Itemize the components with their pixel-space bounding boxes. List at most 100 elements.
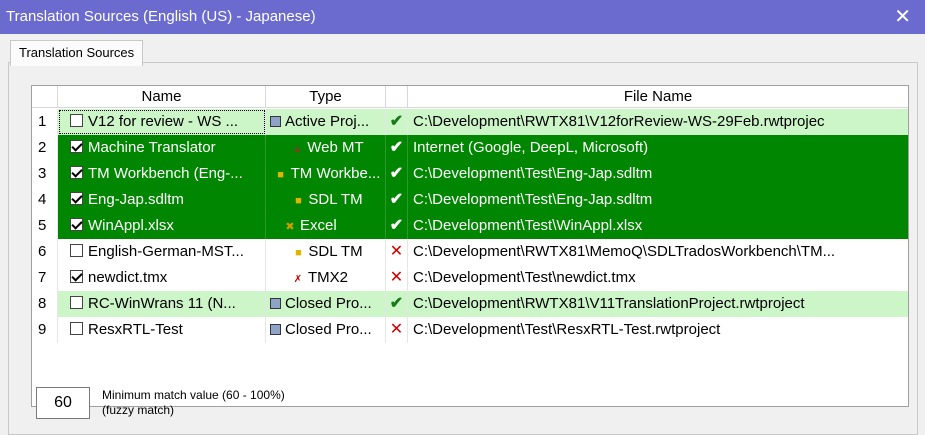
row-number: 9 bbox=[32, 317, 58, 343]
grid-header: Name Type File Name bbox=[32, 86, 908, 108]
source-type: Closed Pro... bbox=[285, 321, 372, 338]
source-name: newdict.tmx bbox=[88, 269, 168, 286]
tm-icon: ■ bbox=[295, 247, 302, 259]
enable-checkbox[interactable] bbox=[70, 218, 83, 231]
window-titlebar: Translation Sources (English (US) - Japa… bbox=[0, 0, 925, 34]
row-type-cell[interactable]: ✖ Excel bbox=[266, 213, 386, 239]
enable-checkbox[interactable] bbox=[70, 322, 83, 335]
source-type: TM Workbe... bbox=[290, 165, 381, 182]
table-row[interactable]: 7 newdict.tmx ✗ TMX2 ✕ C:\Development\Test\ne… bbox=[32, 265, 908, 291]
source-type: Active Proj... bbox=[285, 113, 370, 130]
table-row[interactable]: 1 V12 for review - WS ... Active Proj... ✔ C… bbox=[32, 109, 908, 135]
row-name-cell[interactable]: TM Workbench (Eng-... bbox=[58, 161, 266, 187]
row-status-cell: ✕ bbox=[386, 265, 408, 291]
tm-icon: ■ bbox=[295, 195, 302, 207]
row-status-cell: ✔ bbox=[386, 187, 408, 213]
row-type-cell[interactable]: ■ TM Workbe... bbox=[266, 161, 386, 187]
enable-checkbox[interactable] bbox=[70, 166, 83, 179]
table-row[interactable]: 5 WinAppl.xlsx ✖ Excel ✔ C:\Development\Test\… bbox=[32, 213, 908, 239]
row-type-cell[interactable]: Closed Pro... bbox=[266, 291, 386, 317]
enable-checkbox[interactable] bbox=[70, 192, 83, 205]
error-x-icon: ✕ bbox=[389, 269, 404, 286]
translation-sources-panel: Name Type File Name 1 V12 for review - WS… bbox=[8, 62, 918, 435]
row-file-name[interactable]: C:\Development\Test\newdict.tmx bbox=[408, 265, 908, 291]
row-name-cell[interactable]: Eng-Jap.sdltm bbox=[58, 187, 266, 213]
row-type-cell[interactable]: Closed Pro... bbox=[266, 317, 386, 343]
min-match-label: Minimum match value (60 - 100%) (fuzzy m… bbox=[102, 388, 332, 418]
close-icon[interactable]: ✕ bbox=[894, 0, 911, 34]
project-icon bbox=[270, 298, 281, 309]
row-file-name[interactable]: C:\Development\RWTX81\V12forReview-WS-29… bbox=[408, 109, 908, 135]
row-name-cell[interactable]: newdict.tmx bbox=[58, 265, 266, 291]
min-match-label-line1: Minimum match value (60 - 100%) bbox=[102, 388, 285, 402]
enable-checkbox[interactable] bbox=[70, 296, 83, 309]
row-status-cell: ✔ bbox=[386, 161, 408, 187]
row-name-cell[interactable]: English-German-MST... bbox=[58, 239, 266, 265]
row-number: 3 bbox=[32, 161, 58, 187]
table-row[interactable]: 2 Machine Translator ▲ Web MT ✔ Internet (Goo… bbox=[32, 135, 908, 161]
row-status-cell: ✔ bbox=[386, 213, 408, 239]
row-name-cell[interactable]: V12 for review - WS ... bbox=[58, 109, 266, 135]
header-row-number bbox=[32, 86, 58, 108]
row-file-name[interactable]: C:\Development\Test\Eng-Jap.sdltm bbox=[408, 161, 908, 187]
source-name: Eng-Jap.sdltm bbox=[88, 191, 184, 208]
table-row[interactable]: 9 ResxRTL-Test Closed Pro... ✕ C:\Developmen… bbox=[32, 317, 908, 343]
row-type-cell[interactable]: ■ SDL TM bbox=[266, 239, 386, 265]
project-icon bbox=[270, 116, 281, 127]
source-name: ResxRTL-Test bbox=[88, 321, 183, 338]
row-status-cell: ✕ bbox=[386, 239, 408, 265]
sources-grid: Name Type File Name 1 V12 for review - WS… bbox=[31, 85, 909, 407]
checkmark-icon: ✔ bbox=[389, 217, 404, 234]
checkmark-icon: ✔ bbox=[389, 113, 404, 130]
table-row[interactable]: 4 Eng-Jap.sdltm ■ SDL TM ✔ C:\Development\Tes… bbox=[32, 187, 908, 213]
tab-strip: Translation Sources bbox=[0, 34, 925, 66]
tab-translation-sources[interactable]: Translation Sources bbox=[10, 40, 144, 66]
row-number: 7 bbox=[32, 265, 58, 291]
checkmark-icon: ✔ bbox=[389, 165, 404, 182]
source-type: SDL TM bbox=[308, 191, 363, 208]
row-status-cell: ✔ bbox=[386, 109, 408, 135]
checkmark-icon: ✔ bbox=[389, 191, 404, 208]
source-type: SDL TM bbox=[308, 243, 363, 260]
source-name: RC-WinWrans 11 (N... bbox=[88, 295, 236, 312]
source-type: Closed Pro... bbox=[285, 295, 372, 312]
row-file-name[interactable]: C:\Development\Test\Eng-Jap.sdltm bbox=[408, 187, 908, 213]
enable-checkbox[interactable] bbox=[70, 140, 83, 153]
header-status[interactable] bbox=[386, 86, 408, 108]
tm-icon: ■ bbox=[277, 169, 284, 181]
row-file-name[interactable]: C:\Development\Test\ResxRTL-Test.rwtproj… bbox=[408, 317, 908, 343]
row-file-name[interactable]: C:\Development\RWTX81\MemoQ\SDLTradosWor… bbox=[408, 239, 908, 265]
source-name: Machine Translator bbox=[88, 139, 216, 156]
excel-icon: ✖ bbox=[285, 221, 295, 233]
row-type-cell[interactable]: ✗ TMX2 bbox=[266, 265, 386, 291]
header-type[interactable]: Type bbox=[266, 86, 386, 108]
row-file-name[interactable]: C:\Development\Test\WinAppl.xlsx bbox=[408, 213, 908, 239]
row-status-cell: ✔ bbox=[386, 291, 408, 317]
table-row[interactable]: 8 RC-WinWrans 11 (N... Closed Pro... ✔ C:\De… bbox=[32, 291, 908, 317]
header-file-name[interactable]: File Name bbox=[408, 86, 908, 108]
source-name: WinAppl.xlsx bbox=[88, 217, 174, 234]
row-name-cell[interactable]: ResxRTL-Test bbox=[58, 317, 266, 343]
table-row[interactable]: 3 TM Workbench (Eng-... ■ TM Workbe... ✔ C:\D… bbox=[32, 161, 908, 187]
row-type-cell[interactable]: ▲ Web MT bbox=[266, 135, 386, 161]
row-status-cell: ✕ bbox=[386, 317, 408, 343]
row-type-cell[interactable]: ■ SDL TM bbox=[266, 187, 386, 213]
row-name-cell[interactable]: WinAppl.xlsx bbox=[58, 213, 266, 239]
row-file-name[interactable]: Internet (Google, DeepL, Microsoft) bbox=[408, 135, 908, 161]
enable-checkbox[interactable] bbox=[70, 270, 83, 283]
row-number: 8 bbox=[32, 291, 58, 317]
min-match-input[interactable]: 60 bbox=[36, 387, 90, 419]
row-number: 4 bbox=[32, 187, 58, 213]
source-name: English-German-MST... bbox=[88, 243, 244, 260]
row-name-cell[interactable]: RC-WinWrans 11 (N... bbox=[58, 291, 266, 317]
row-status-cell: ✔ bbox=[386, 135, 408, 161]
enable-checkbox[interactable] bbox=[70, 114, 83, 127]
table-row[interactable]: 6 English-German-MST... ■ SDL TM ✕ C:\Develop… bbox=[32, 239, 908, 265]
enable-checkbox[interactable] bbox=[70, 244, 83, 257]
row-number: 1 bbox=[32, 109, 58, 135]
error-x-icon: ✕ bbox=[389, 321, 404, 338]
row-file-name[interactable]: C:\Development\RWTX81\V11TranslationProj… bbox=[408, 291, 908, 317]
row-name-cell[interactable]: Machine Translator bbox=[58, 135, 266, 161]
header-name[interactable]: Name bbox=[58, 86, 266, 108]
row-type-cell[interactable]: Active Proj... bbox=[266, 109, 386, 135]
